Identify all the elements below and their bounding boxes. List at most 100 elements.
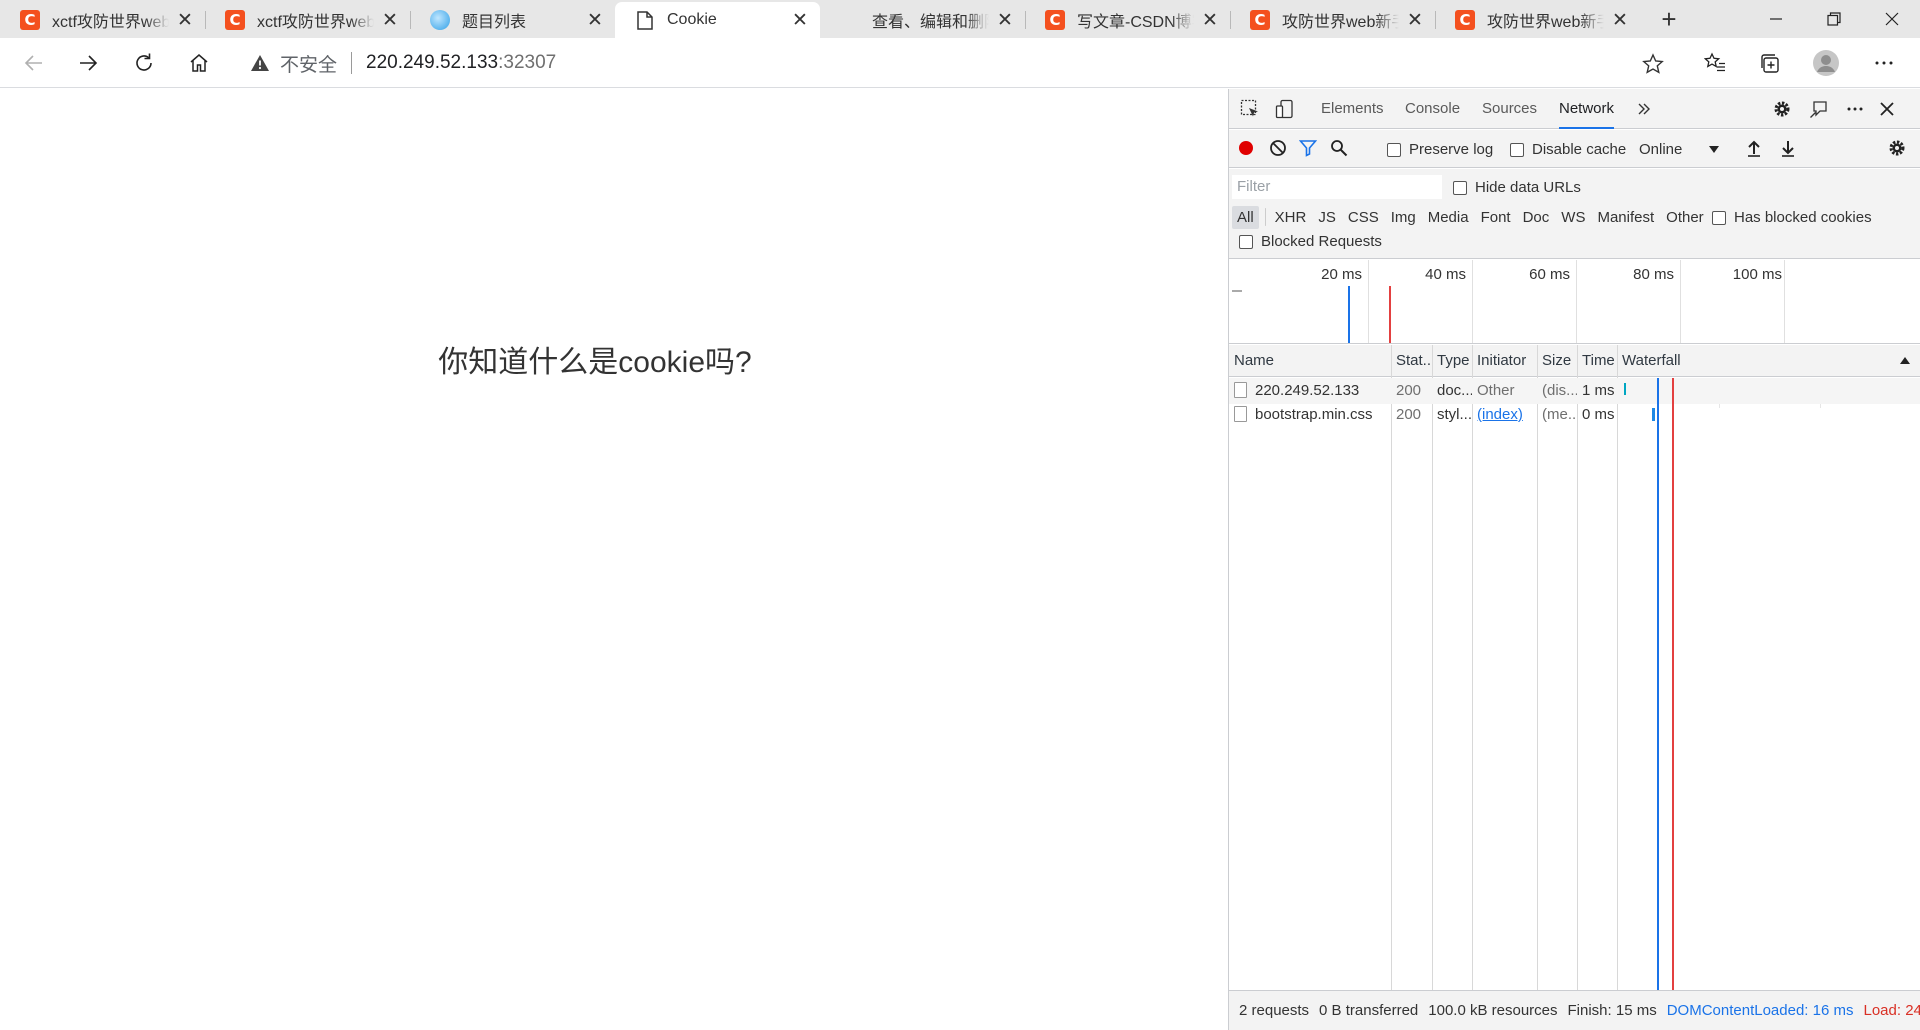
throttling-select[interactable]: Online [1639, 141, 1719, 158]
settings-menu-button[interactable] [1866, 46, 1902, 80]
close-icon[interactable]: ✕ [995, 9, 1015, 32]
close-icon[interactable]: ✕ [380, 9, 400, 32]
checkbox-box[interactable] [1510, 142, 1524, 157]
minimize-button[interactable] [1748, 0, 1804, 38]
collections-button[interactable] [1752, 46, 1788, 80]
disable-cache-checkbox[interactable]: Disable cache [1510, 141, 1626, 158]
globe-icon [430, 10, 450, 30]
has-blocked-cookies-label: Has blocked cookies [1734, 209, 1872, 226]
close-icon[interactable]: ✕ [175, 9, 195, 32]
clear-button[interactable] [1265, 136, 1291, 160]
type-filter-media[interactable]: Media [1423, 206, 1474, 229]
browser-tab-8[interactable]: C 攻防世界web新手 ✕ [1435, 2, 1640, 38]
type-filter-other[interactable]: Other [1661, 206, 1709, 229]
home-button[interactable] [181, 47, 217, 79]
column-header-status[interactable]: Stat... [1391, 345, 1432, 377]
checkbox-box[interactable] [1453, 180, 1467, 195]
close-devtools-button[interactable] [1874, 97, 1900, 121]
tab-title: 攻防世界web新手 [1487, 14, 1604, 31]
type-filter-font[interactable]: Font [1476, 206, 1516, 229]
checkbox-box[interactable] [1712, 210, 1726, 225]
type-filter-img[interactable]: Img [1386, 206, 1421, 229]
more-tabs-button[interactable] [1631, 97, 1657, 121]
more-icon [1847, 107, 1863, 111]
checkbox-box[interactable] [1239, 234, 1253, 249]
column-header-waterfall[interactable]: Waterfall [1617, 345, 1817, 377]
hide-data-urls-checkbox[interactable]: Hide data URLs [1453, 179, 1581, 196]
browser-tab-1[interactable]: C xctf攻防世界web新 ✕ [0, 2, 206, 38]
sort-ascending-icon[interactable] [1900, 356, 1910, 364]
request-time: 1 ms [1582, 382, 1615, 399]
browser-tab-2[interactable]: C xctf攻防世界web新 ✕ [205, 2, 411, 38]
type-filter-ws[interactable]: WS [1556, 206, 1590, 229]
browser-tab-5[interactable]: 查看、编辑和删除 ✕ [820, 2, 1026, 38]
device-toolbar-button[interactable] [1272, 97, 1298, 121]
profile-button[interactable] [1808, 46, 1844, 80]
type-filter-css[interactable]: CSS [1343, 206, 1384, 229]
close-icon[interactable]: ✕ [585, 9, 605, 32]
close-icon[interactable]: ✕ [790, 9, 810, 32]
url-port: :32307 [498, 52, 557, 73]
browser-tab-active[interactable]: Cookie ✕ [615, 2, 820, 38]
overview-gridline [1472, 260, 1473, 343]
blocked-requests-checkbox[interactable]: Blocked Requests [1239, 233, 1382, 250]
browser-tab-6[interactable]: C 写文章-CSDN博客 ✕ [1025, 2, 1231, 38]
column-header-initiator[interactable]: Initiator [1472, 345, 1537, 377]
back-button[interactable] [16, 47, 52, 79]
type-filter-js[interactable]: JS [1313, 206, 1341, 229]
devtools-menu-button[interactable] [1842, 97, 1868, 121]
summary-requests: 2 requests [1239, 1002, 1310, 1019]
tab-console[interactable]: Console [1405, 89, 1460, 129]
close-icon[interactable]: ✕ [1405, 9, 1425, 32]
search-button[interactable] [1326, 136, 1352, 160]
request-initiator-link[interactable]: (index) [1472, 402, 1537, 428]
browser-tab-3[interactable]: 题目列表 ✕ [410, 2, 615, 38]
summary-transferred: 0 B transferred [1319, 1002, 1419, 1019]
new-tab-button[interactable]: + [1655, 6, 1683, 34]
column-header-type[interactable]: Type [1432, 345, 1472, 377]
filter-input[interactable]: Filter [1232, 175, 1442, 199]
overview-tick-label: 80 ms [1633, 266, 1674, 283]
devtools-settings-button[interactable] [1769, 97, 1795, 121]
type-filter-manifest[interactable]: Manifest [1592, 206, 1659, 229]
type-filter-xhr[interactable]: XHR [1270, 206, 1312, 229]
column-header-time[interactable]: Time [1577, 345, 1617, 377]
network-overview[interactable]: 20 ms 40 ms 60 ms 80 ms 100 ms [1229, 260, 1920, 344]
network-settings-button[interactable] [1884, 136, 1910, 160]
import-har-button[interactable] [1741, 136, 1767, 160]
request-name[interactable]: bootstrap.min.css [1229, 402, 1391, 428]
favorites-button[interactable] [1697, 46, 1733, 80]
refresh-button[interactable] [126, 47, 162, 79]
star-icon[interactable] [1642, 53, 1664, 75]
tab-network[interactable]: Network [1559, 89, 1615, 129]
forward-button[interactable] [70, 47, 106, 79]
tab-sources[interactable]: Sources [1482, 89, 1537, 129]
request-name[interactable]: 220.249.52.133 [1229, 378, 1391, 404]
security-label[interactable]: 不安全 [280, 50, 337, 77]
table-row[interactable]: 220.249.52.133 200 doc... Other (dis... … [1229, 378, 1920, 404]
browser-tab-7[interactable]: C 攻防世界web新手 ✕ [1230, 2, 1436, 38]
feedback-button[interactable] [1806, 97, 1832, 121]
checkbox-box[interactable] [1387, 142, 1401, 157]
waterfall-bar [1624, 383, 1626, 395]
table-row[interactable]: bootstrap.min.css 200 styl... (index) (m… [1229, 402, 1920, 428]
column-header-name[interactable]: Name [1229, 345, 1391, 377]
filter-toggle-button[interactable] [1295, 136, 1321, 160]
restore-button[interactable] [1806, 0, 1862, 38]
has-blocked-cookies-checkbox[interactable]: Has blocked cookies [1712, 209, 1872, 226]
inspect-element-button[interactable] [1237, 97, 1263, 121]
address-bar[interactable]: 不安全 220.249.52.133:32307 [236, 43, 1684, 83]
close-icon[interactable]: ✕ [1200, 9, 1220, 32]
close-window-button[interactable] [1864, 0, 1920, 38]
warning-icon[interactable] [250, 53, 270, 73]
column-header-size[interactable]: Size [1537, 345, 1577, 377]
chevron-double-right-icon [1638, 103, 1650, 115]
type-filter-all[interactable]: All [1232, 205, 1259, 229]
record-button[interactable] [1233, 136, 1259, 160]
type-filter-doc[interactable]: Doc [1518, 206, 1555, 229]
request-time: 0 ms [1582, 406, 1615, 423]
preserve-log-checkbox[interactable]: Preserve log [1387, 141, 1493, 158]
close-icon[interactable]: ✕ [1610, 9, 1630, 32]
tab-elements[interactable]: Elements [1321, 89, 1384, 129]
export-har-button[interactable] [1775, 136, 1801, 160]
